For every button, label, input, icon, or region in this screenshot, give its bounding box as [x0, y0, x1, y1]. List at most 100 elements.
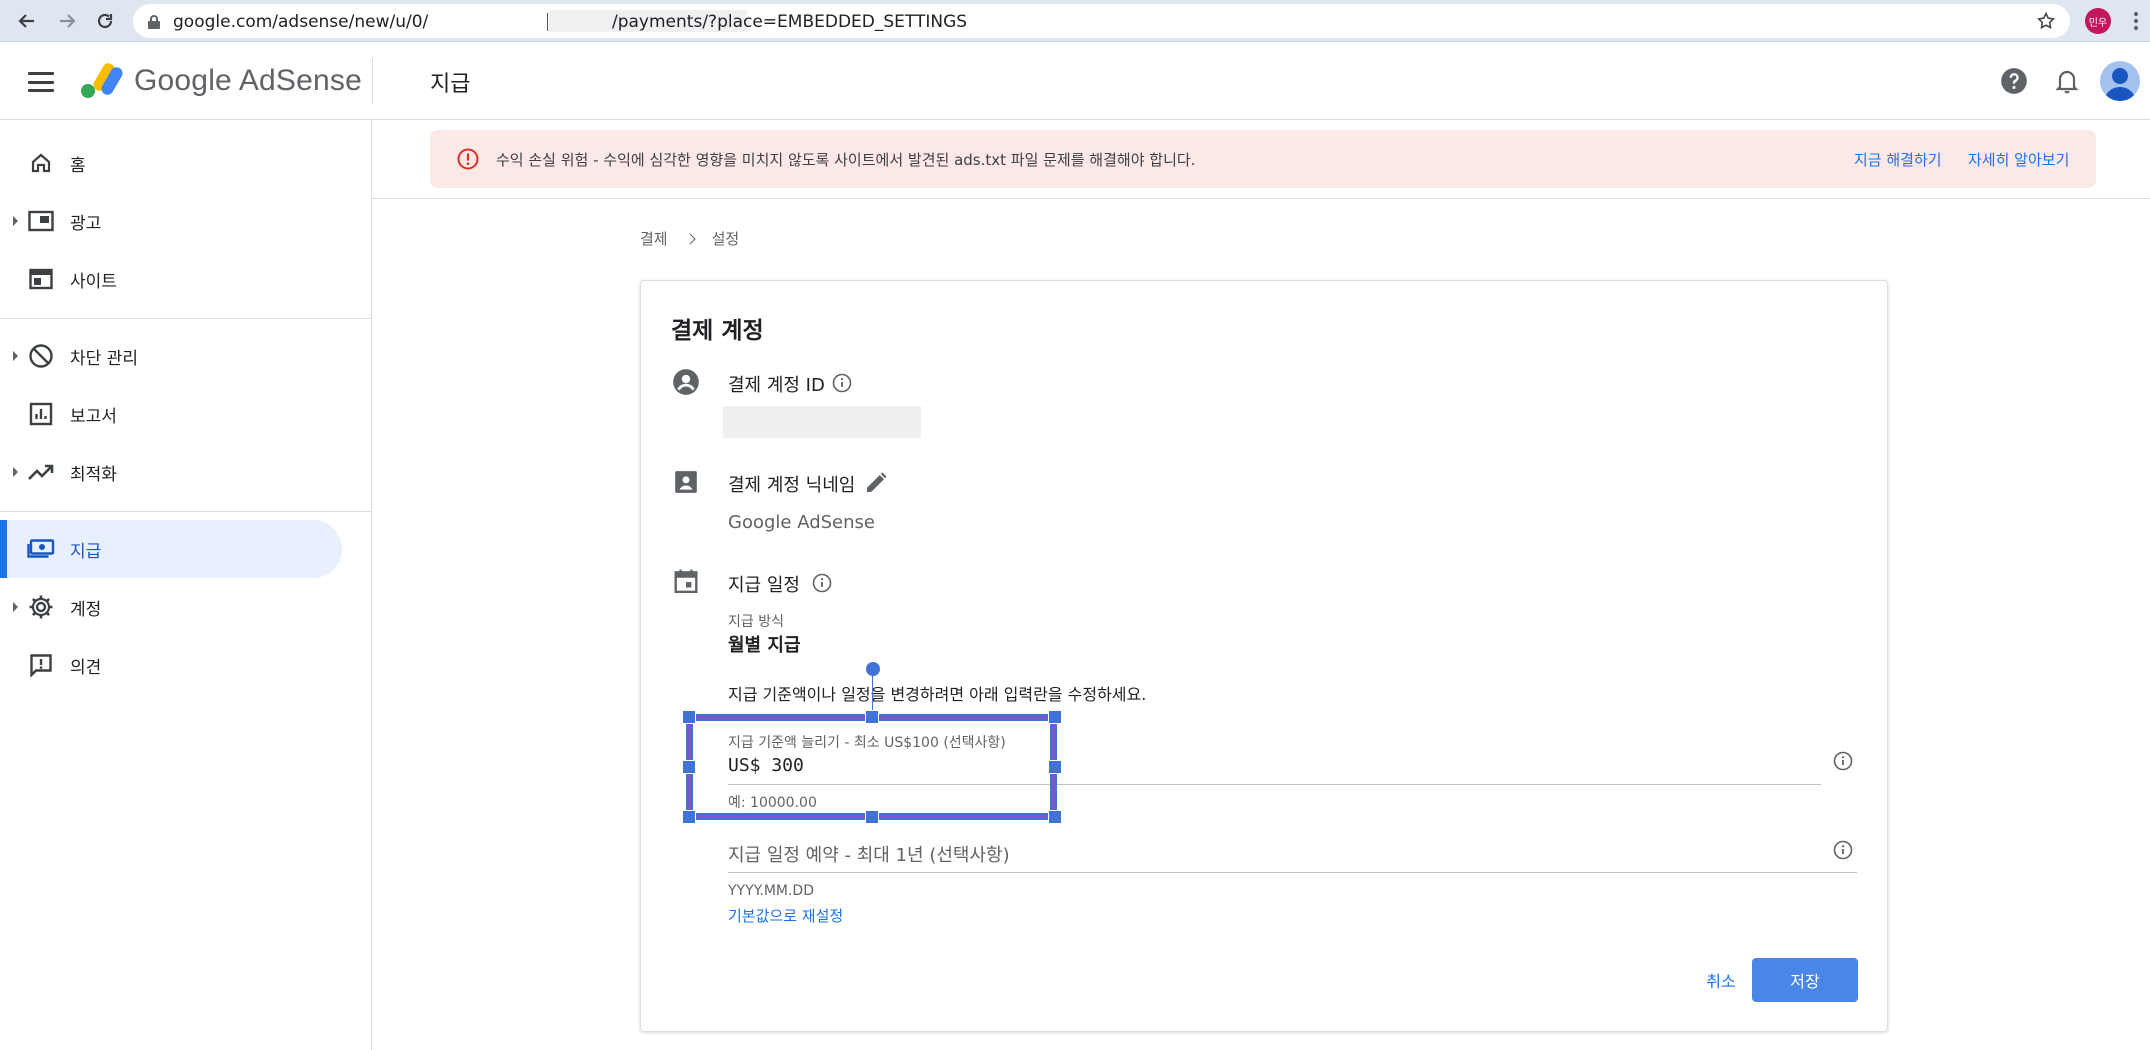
- nickname-value: Google AdSense: [728, 512, 875, 533]
- bookmark-star-icon[interactable]: [2036, 11, 2056, 31]
- sidebar-divider: [0, 511, 371, 512]
- browser-profile-avatar[interactable]: 민우: [2085, 8, 2111, 34]
- user-silhouette-icon: [2104, 68, 2136, 101]
- sites-icon: [27, 265, 55, 293]
- sidebar-item-reports[interactable]: 보고서: [0, 385, 342, 443]
- expand-caret-icon: [13, 351, 18, 361]
- content-divider: [372, 198, 2150, 199]
- home-icon: [27, 149, 55, 177]
- back-button[interactable]: [12, 6, 42, 36]
- sidebar-item-label: 광고: [70, 213, 102, 234]
- schedule-underline: [728, 872, 1857, 873]
- forward-button[interactable]: [52, 6, 82, 36]
- account-gear-icon: [27, 593, 55, 621]
- account-avatar[interactable]: [2100, 61, 2140, 101]
- info-icon[interactable]: [811, 572, 833, 594]
- info-icon[interactable]: [831, 372, 853, 394]
- expand-caret-icon: [13, 602, 18, 612]
- main-menu-icon[interactable]: [28, 72, 54, 92]
- nickname-label: 결제 계정 닉네임: [728, 475, 856, 496]
- contact-card-icon: [671, 467, 701, 497]
- block-icon: [27, 342, 55, 370]
- cancel-button[interactable]: 취소: [1681, 959, 1761, 1001]
- schedule-date-input[interactable]: 지급 일정 예약 - 최대 1년 (선택사항): [728, 841, 1010, 867]
- sidebar-item-sites[interactable]: 사이트: [0, 250, 342, 308]
- reload-button[interactable]: [90, 6, 120, 36]
- payment-method-label: 지급 방식: [728, 614, 784, 630]
- forward-arrow-icon: [60, 14, 76, 28]
- resize-handle-bottom-left[interactable]: [682, 810, 696, 824]
- account-circle-icon: [671, 367, 701, 397]
- expand-caret-icon: [13, 467, 18, 477]
- reload-icon: [97, 13, 113, 29]
- edit-pencil-icon[interactable]: [863, 470, 889, 496]
- payment-account-card: 결제 계정 결제 계정 ID 결제 계정 닉네임 Google AdSense …: [640, 280, 1888, 1032]
- breadcrumb: 결제 설정: [640, 228, 739, 249]
- breadcrumb-current: 설정: [711, 230, 740, 248]
- sidebar-item-ads[interactable]: 광고: [0, 192, 342, 250]
- resize-handle-top[interactable]: [865, 710, 879, 724]
- brand-name: Google AdSense: [134, 64, 362, 97]
- browser-menu-icon[interactable]: [2128, 8, 2144, 34]
- feedback-icon: [27, 651, 55, 679]
- page-title: 지급: [430, 72, 471, 97]
- resize-handle-right[interactable]: [1048, 760, 1062, 774]
- ads-icon: [27, 207, 55, 235]
- lock-icon: [148, 15, 160, 29]
- schedule-hint: YYYY.MM.DD: [728, 883, 814, 899]
- sidebar-item-account[interactable]: 계정: [0, 578, 342, 636]
- payment-method-value: 월별 지급: [728, 635, 801, 656]
- notifications-bell-icon[interactable]: [2052, 66, 2082, 96]
- rotation-stem: [872, 670, 873, 714]
- resize-handle-top-right[interactable]: [1048, 710, 1062, 724]
- text-cursor: [547, 13, 548, 31]
- chevron-right-icon: [683, 232, 696, 245]
- reset-default-link[interactable]: 기본값으로 재설정: [728, 905, 843, 926]
- threshold-instructions: 지급 기준액이나 일정을 변경하려면 아래 입력란을 수정하세요.: [728, 685, 1147, 704]
- breadcrumb-parent[interactable]: 결제: [640, 228, 668, 249]
- expand-caret-icon: [13, 216, 18, 226]
- address-bar[interactable]: google.com/adsense/new/u/0/ /payments/?p…: [133, 4, 2070, 38]
- sidebar-item-optimization[interactable]: 최적화: [0, 443, 342, 501]
- error-icon: [457, 148, 479, 170]
- resize-handle-left[interactable]: [682, 760, 696, 774]
- sidebar-item-label: 차단 관리: [70, 348, 138, 369]
- sidebar-item-blocking[interactable]: 차단 관리: [0, 327, 342, 385]
- sidebar-item-label: 사이트: [70, 271, 117, 292]
- sidebar-item-label: 의견: [70, 657, 102, 678]
- url-suffix: /payments/?place=EMBEDDED_SETTINGS: [612, 12, 968, 32]
- fix-now-link[interactable]: 지금 해결하기: [1854, 149, 1942, 170]
- sidebar-item-label: 보고서: [70, 406, 117, 427]
- calendar-icon: [671, 566, 701, 596]
- sidebar-divider: [0, 318, 371, 319]
- info-icon[interactable]: [1832, 839, 1854, 861]
- account-id-value-redacted: [723, 406, 921, 438]
- sidebar-item-feedback[interactable]: 의견: [0, 636, 342, 694]
- save-button[interactable]: 저장: [1752, 958, 1858, 1002]
- help-icon[interactable]: [1999, 66, 2029, 96]
- resize-handle-top-left[interactable]: [682, 710, 696, 724]
- rotation-handle[interactable]: [866, 662, 880, 676]
- account-id-label: 결제 계정 ID: [728, 375, 825, 396]
- payments-icon: [27, 535, 55, 563]
- reports-icon: [27, 400, 55, 428]
- sidebar-item-label: 홈: [70, 155, 86, 176]
- url-prefix: google.com/adsense/new/u/0/: [173, 12, 429, 32]
- sidebar-item-payments[interactable]: 지급: [0, 520, 342, 578]
- app-header: Google AdSense 지급: [0, 42, 2150, 120]
- adsense-logo-icon: [81, 63, 123, 98]
- alert-message: 수익 손실 위험 - 수익에 심각한 영향을 미치지 않도록 사이트에서 발견된…: [496, 151, 1196, 169]
- learn-more-link[interactable]: 자세히 알아보기: [1968, 149, 2069, 170]
- ads-txt-alert-banner: 수익 손실 위험 - 수익에 심각한 영향을 미치지 않도록 사이트에서 발견된…: [430, 130, 2096, 188]
- sidebar-item-label: 계정: [70, 599, 102, 620]
- selection-box: [682, 710, 1062, 824]
- optimization-icon: [27, 458, 55, 486]
- schedule-label: 지급 일정: [728, 575, 800, 596]
- sidebar-nav: 홈 광고 사이트 차단 관리 보고서 최적화 지급 계정 의견: [0, 120, 372, 1050]
- header-divider: [372, 58, 373, 104]
- resize-handle-bottom[interactable]: [865, 810, 879, 824]
- resize-handle-bottom-right[interactable]: [1048, 810, 1062, 824]
- info-icon[interactable]: [1832, 750, 1854, 772]
- sidebar-item-home[interactable]: 홈: [0, 134, 342, 192]
- card-title: 결제 계정: [671, 318, 764, 344]
